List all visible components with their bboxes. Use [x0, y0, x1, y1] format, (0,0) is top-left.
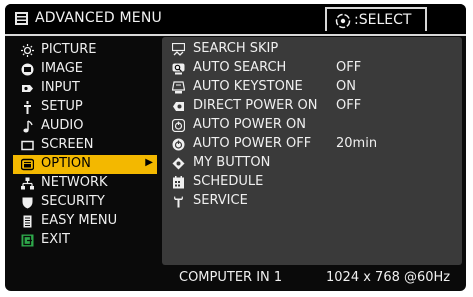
- menu-item-easy-menu[interactable]: EASY MENU: [13, 212, 157, 231]
- menu-item-label: SCREEN: [41, 137, 94, 152]
- submenu-item-label: AUTO KEYSTONE: [193, 79, 303, 94]
- schedule-icon: [173, 176, 184, 189]
- select-hint: :SELECT: [325, 7, 427, 31]
- status-bar: COMPUTER IN 1 1024 x 768 @60Hz: [162, 267, 462, 289]
- menu-item-label: NETWORK: [41, 175, 108, 190]
- submenu-item-label: SEARCH SKIP: [193, 41, 279, 56]
- setup-icon: [24, 101, 31, 114]
- menu-item-label: IMAGE: [41, 61, 84, 76]
- menu-item-security[interactable]: SECURITY: [13, 193, 157, 212]
- submenu-item-auto-search[interactable]: AUTO SEARCH OFF: [172, 59, 457, 78]
- network-icon: [21, 177, 34, 190]
- page-title: ADVANCED MENU: [35, 10, 162, 26]
- submenu-item-label: MY BUTTON: [193, 155, 271, 170]
- auto-power-off-icon: [172, 138, 185, 151]
- submenu-item-my-button[interactable]: MY BUTTON: [172, 154, 457, 173]
- menu-item-label: PICTURE: [41, 42, 97, 57]
- submenu-item-label: SCHEDULE: [193, 174, 264, 189]
- auto-power-on-icon: [172, 119, 185, 132]
- submenu-item-label: AUTO SEARCH: [193, 60, 287, 75]
- submenu-arrow-icon: ▶: [145, 157, 153, 168]
- submenu-item-label: AUTO POWER ON: [193, 117, 306, 132]
- menu-item-label: OPTION: [41, 156, 91, 171]
- option-submenu-panel: SEARCH SKIP AUTO SEARCH OFF AUTO KEYSTON…: [162, 37, 462, 265]
- submenu-item-value: OFF: [336, 98, 362, 113]
- easy-menu-icon: [23, 215, 32, 228]
- menu-item-picture[interactable]: PICTURE: [13, 41, 157, 60]
- submenu-item-search-skip[interactable]: SEARCH SKIP: [172, 40, 457, 59]
- menu-item-screen[interactable]: SCREEN: [13, 136, 157, 155]
- submenu-item-auto-power-on[interactable]: AUTO POWER ON: [172, 116, 457, 135]
- auto-keystone-icon: [172, 81, 185, 94]
- advanced-menu-window: ADVANCED MENU :SELECT PICTURE IMAGE INPU…: [5, 4, 466, 291]
- search-skip-icon: [172, 43, 185, 56]
- direct-power-on-icon: [173, 102, 184, 111]
- image-icon: [21, 63, 34, 76]
- menu-item-label: AUDIO: [41, 118, 84, 133]
- exit-icon: [21, 234, 34, 247]
- security-icon: [22, 197, 33, 209]
- submenu-item-auto-keystone[interactable]: AUTO KEYSTONE ON: [172, 78, 457, 97]
- menu-item-label: SECURITY: [41, 194, 105, 209]
- submenu-item-value: 20min: [336, 136, 378, 151]
- audio-icon: [23, 120, 33, 133]
- menu-item-input[interactable]: INPUT: [13, 79, 157, 98]
- submenu-item-label: DIRECT POWER ON: [193, 98, 318, 113]
- menu-item-label: INPUT: [41, 80, 80, 95]
- submenu-item-direct-power-on[interactable]: DIRECT POWER ON OFF: [172, 97, 457, 116]
- menu-item-exit[interactable]: EXIT: [13, 231, 157, 250]
- picture-icon: [21, 44, 34, 57]
- menu-item-network[interactable]: NETWORK: [13, 174, 157, 193]
- menu-item-label: SETUP: [41, 99, 83, 114]
- menu-item-option[interactable]: OPTION ▶: [13, 155, 157, 174]
- screen-icon: [21, 140, 34, 151]
- main-menu: PICTURE IMAGE INPUT SETUP AUDIO SCREEN O…: [5, 37, 157, 291]
- submenu-item-service[interactable]: SERVICE: [172, 192, 457, 211]
- menu-item-label: EXIT: [41, 232, 70, 247]
- input-source-status: COMPUTER IN 1: [179, 270, 283, 285]
- auto-search-icon: [172, 63, 185, 75]
- submenu-item-value: OFF: [336, 60, 362, 75]
- menu-item-setup[interactable]: SETUP: [13, 98, 157, 117]
- title-bar: ADVANCED MENU :SELECT: [5, 4, 466, 36]
- menu-item-audio[interactable]: AUDIO: [13, 117, 157, 136]
- option-icon: [21, 158, 34, 171]
- input-icon: [22, 85, 33, 92]
- my-button-icon: [172, 157, 185, 170]
- menu-item-image[interactable]: IMAGE: [13, 60, 157, 79]
- enter-button-icon: [335, 13, 351, 29]
- menu-icon: [15, 12, 28, 25]
- submenu-item-auto-power-off[interactable]: AUTO POWER OFF 20min: [172, 135, 457, 154]
- service-icon: [174, 196, 183, 208]
- resolution-status: 1024 x 768 @60Hz: [326, 270, 451, 285]
- submenu-item-schedule[interactable]: SCHEDULE: [172, 173, 457, 192]
- submenu-item-value: ON: [336, 79, 356, 94]
- menu-item-label: EASY MENU: [41, 213, 118, 228]
- select-hint-label: :SELECT: [354, 12, 412, 28]
- submenu-item-label: SERVICE: [193, 193, 248, 208]
- submenu-item-label: AUTO POWER OFF: [193, 136, 312, 151]
